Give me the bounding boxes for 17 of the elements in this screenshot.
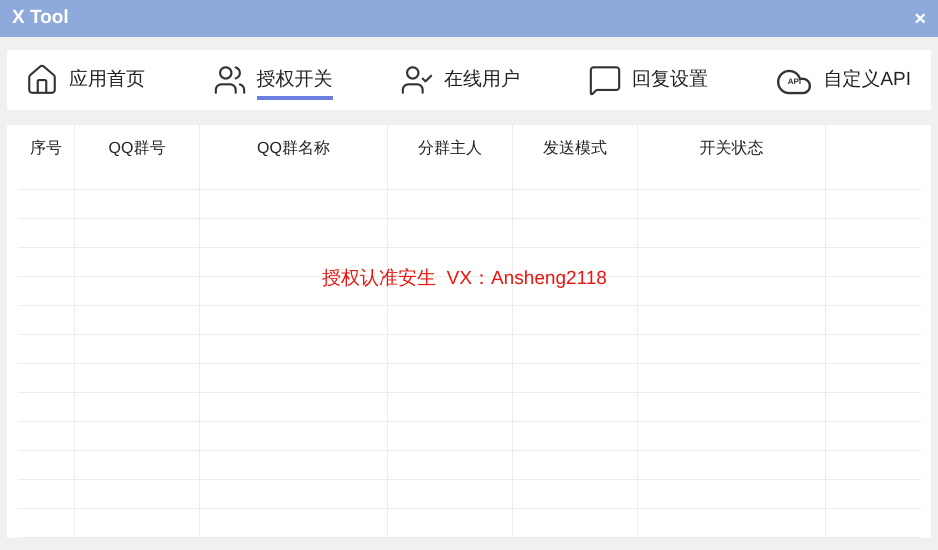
column-header: QQ群名称 — [257, 139, 330, 159]
column-header: 发送模式 — [543, 138, 607, 159]
column-header: 分群主人 — [418, 138, 482, 159]
user-check-icon — [400, 63, 434, 97]
tab[interactable]: 在线用户 — [400, 50, 520, 110]
notice-text: 授权认准安生 VX：Ansheng2118 — [322, 267, 607, 291]
home-icon — [25, 63, 59, 97]
tab[interactable]: API 自定义API — [775, 50, 911, 110]
column-header: 开关状态 — [700, 138, 764, 159]
tab[interactable]: 授权开关 — [212, 50, 333, 110]
column-header: QQ群号 — [108, 139, 166, 159]
message-icon — [588, 63, 622, 97]
tab[interactable]: 应用首页 — [25, 50, 145, 110]
tab[interactable]: 回复设置 — [588, 50, 708, 110]
window-title: X Tool — [12, 6, 69, 30]
users-icon — [212, 63, 247, 97]
column-header: 序号 — [30, 138, 62, 159]
